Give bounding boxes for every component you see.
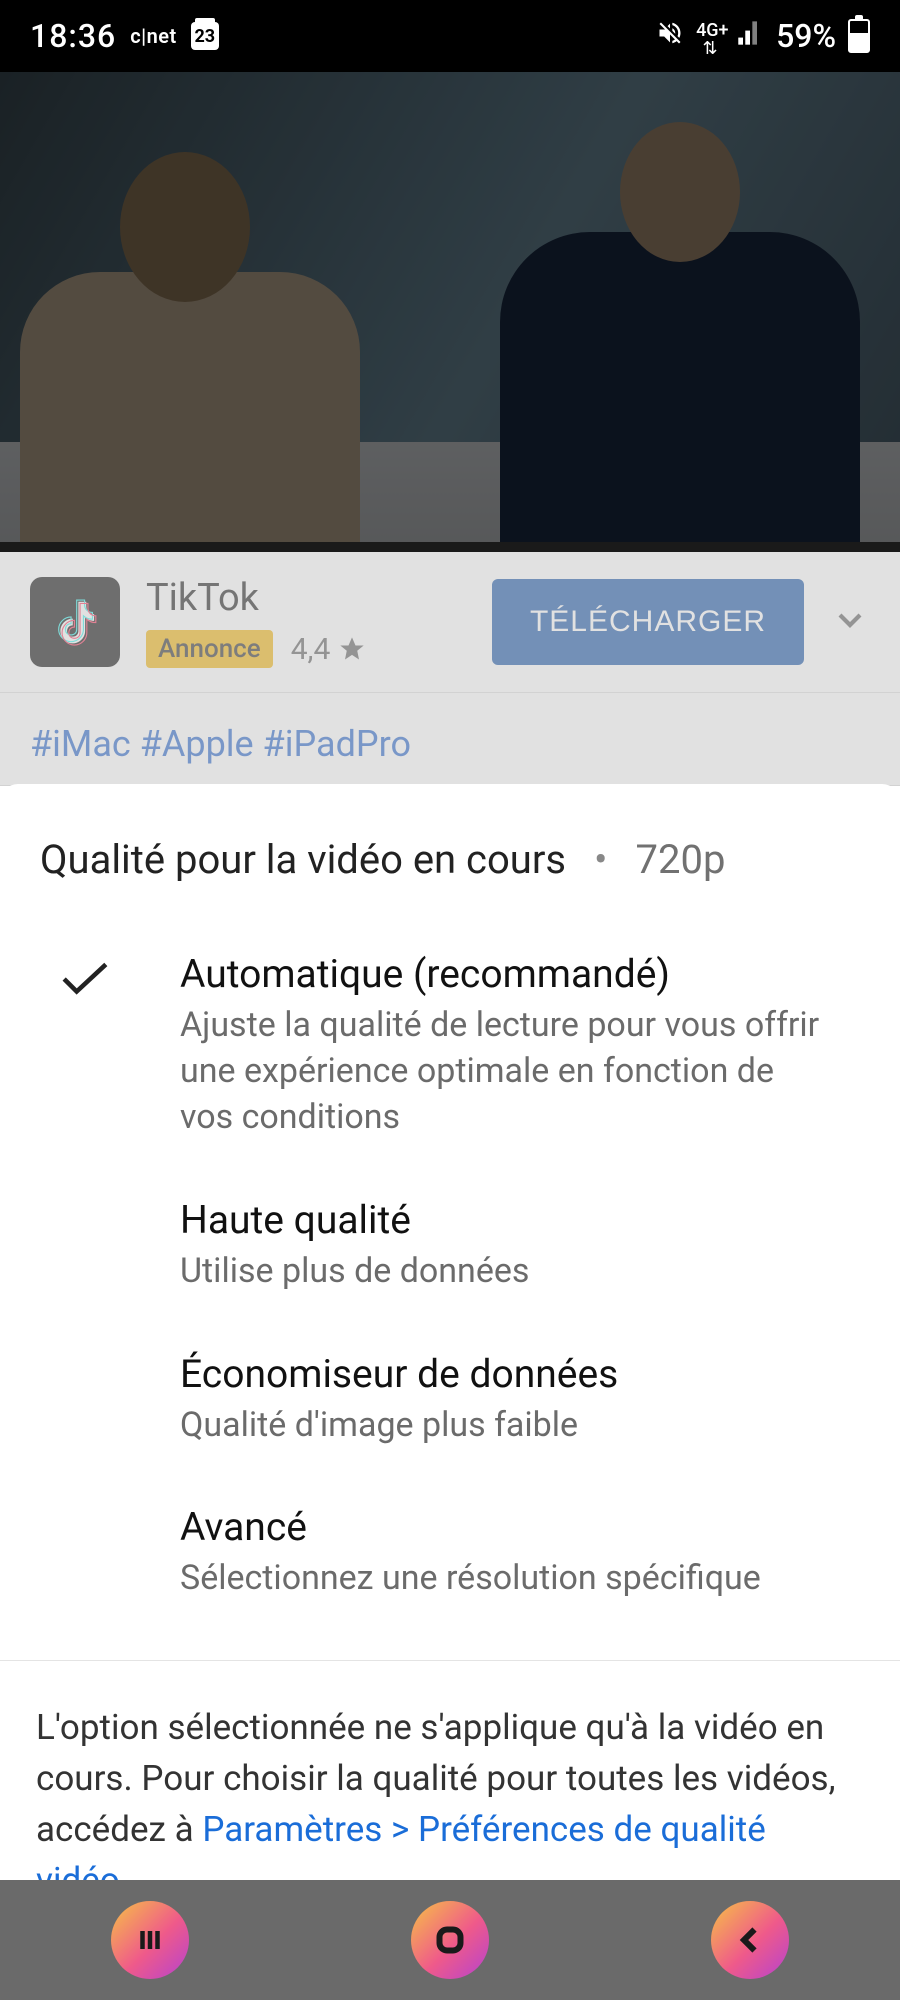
calendar-icon: 23 bbox=[191, 22, 219, 50]
sheet-title: Qualité pour la vidéo en cours bbox=[40, 836, 566, 883]
separator-dot: • bbox=[594, 836, 608, 883]
current-quality: 720p bbox=[636, 836, 726, 883]
expand-ad-icon[interactable] bbox=[830, 600, 870, 644]
tiktok-icon bbox=[30, 577, 120, 667]
option-title: Automatique (recommandé) bbox=[180, 951, 820, 997]
sheet-header: Qualité pour la vidéo en cours • 720p bbox=[0, 784, 900, 923]
quality-option-saver[interactable]: Économiseur de données Qualité d'image p… bbox=[0, 1323, 900, 1477]
recents-button[interactable] bbox=[111, 1901, 189, 1979]
check-icon bbox=[0, 951, 170, 1141]
ad-banner[interactable]: TikTok Annonce 4,4 TÉLÉCHARGER bbox=[0, 552, 900, 693]
navigation-bar bbox=[0, 1880, 900, 2000]
status-bar: 18:36 c|net 23 4G+⇅ 59% bbox=[0, 0, 900, 72]
ad-title: TikTok bbox=[146, 576, 466, 620]
ad-rating: 4,4 bbox=[291, 632, 367, 667]
option-subtitle: Ajuste la qualité de lecture pour vous o… bbox=[180, 1003, 820, 1141]
status-time: 18:36 bbox=[30, 17, 116, 55]
battery-percent: 59% bbox=[776, 17, 836, 55]
signal-icon bbox=[736, 17, 764, 55]
option-title: Économiseur de données bbox=[180, 1351, 820, 1397]
option-subtitle: Qualité d'image plus faible bbox=[180, 1403, 820, 1449]
home-button[interactable] bbox=[411, 1901, 489, 1979]
back-button[interactable] bbox=[711, 1901, 789, 1979]
cnet-icon: c|net bbox=[130, 24, 177, 48]
video-player[interactable] bbox=[0, 72, 900, 552]
video-hashtags[interactable]: #iMac #Apple #iPadPro bbox=[0, 693, 900, 786]
star-icon bbox=[338, 635, 366, 663]
quality-option-high[interactable]: Haute qualité Utilise plus de données bbox=[0, 1169, 900, 1323]
quality-bottom-sheet: Qualité pour la vidéo en cours • 720p Au… bbox=[0, 784, 900, 2000]
option-subtitle: Sélectionnez une résolution spécifique bbox=[180, 1556, 820, 1602]
quality-option-auto[interactable]: Automatique (recommandé) Ajuste la quali… bbox=[0, 923, 900, 1169]
download-button[interactable]: TÉLÉCHARGER bbox=[492, 579, 804, 665]
option-subtitle: Utilise plus de données bbox=[180, 1249, 820, 1295]
mute-icon bbox=[656, 17, 684, 55]
option-title: Avancé bbox=[180, 1504, 820, 1550]
quality-option-advanced[interactable]: Avancé Sélectionnez une résolution spéci… bbox=[0, 1476, 900, 1630]
network-4g-icon: 4G+⇅ bbox=[696, 22, 724, 50]
ad-badge: Annonce bbox=[146, 630, 273, 668]
option-title: Haute qualité bbox=[180, 1197, 820, 1243]
battery-icon bbox=[848, 19, 870, 53]
video-progress-bar[interactable] bbox=[0, 542, 900, 552]
